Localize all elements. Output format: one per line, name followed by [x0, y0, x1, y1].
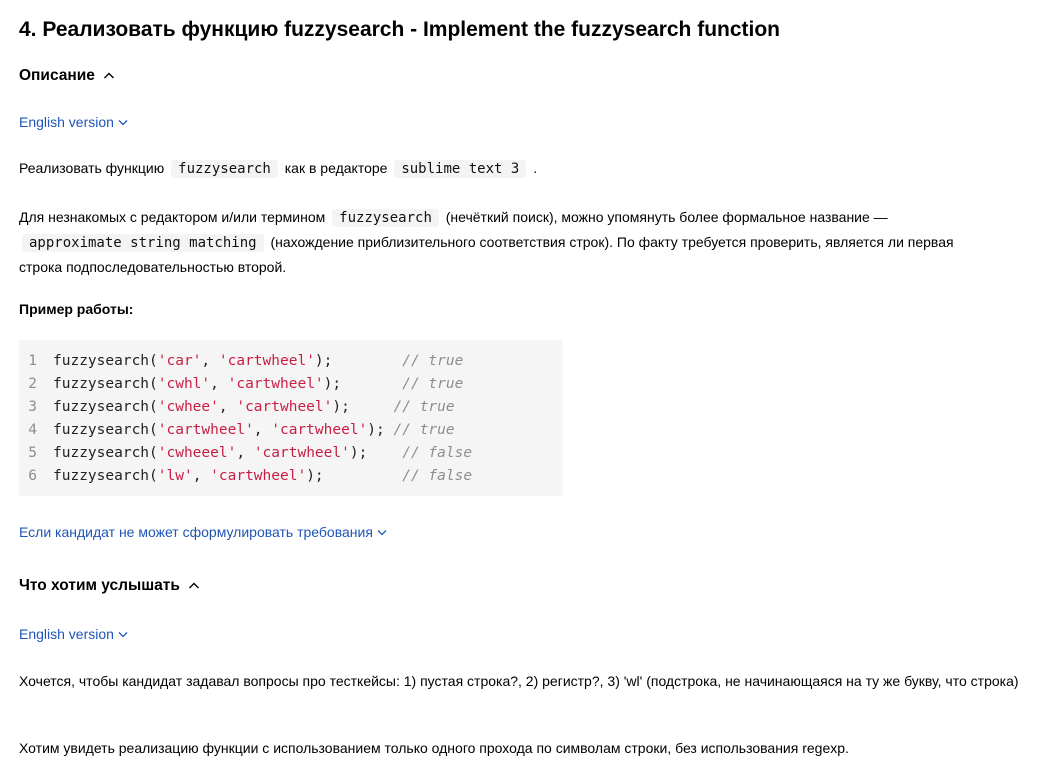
comment: // true: [402, 353, 464, 369]
close-paren: );: [367, 422, 385, 438]
expectations-section-label: Что хотим услышать: [19, 577, 180, 594]
separator: ,: [218, 399, 237, 415]
string-arg: 'cartwheel': [157, 422, 254, 438]
separator: ,: [192, 468, 211, 484]
inline-code-sublime: sublime text 3: [394, 160, 527, 178]
string-arg: 'cwhee': [157, 399, 219, 415]
line-number: 4: [28, 422, 37, 438]
definition-text-1: Для незнакомых с редактором и/или термин…: [19, 209, 326, 225]
string-arg: 'cartwheel': [227, 376, 324, 392]
line-number: 1: [28, 353, 37, 369]
chevron-down-icon: [376, 526, 388, 538]
padding: [341, 376, 402, 392]
candidate-requirements-label: Если кандидат не может сформулировать тр…: [19, 524, 373, 540]
page-title: 4. Реализовать функцию fuzzysearch - Imp…: [19, 18, 781, 41]
line-number: 3: [28, 399, 37, 415]
chevron-down-icon: [117, 628, 129, 640]
example-heading: Пример работы:: [19, 301, 134, 317]
description-section-toggle[interactable]: Описание: [19, 66, 115, 86]
chevron-up-icon: [103, 70, 115, 82]
expectations-section-toggle[interactable]: Что хотим услышать: [19, 576, 200, 596]
code-text: fuzzysearch('cwhee', 'cartwheel'); // tr…: [53, 396, 455, 419]
code-block: 1 fuzzysearch('car', 'cartwheel'); // tru…: [19, 340, 563, 496]
intro-text-2: как в редакторе: [284, 160, 388, 176]
string-arg: 'cwheeel': [157, 445, 237, 461]
intro-text-3: .: [533, 160, 538, 176]
code-text: fuzzysearch('cartwheel', 'cartwheel'); /…: [53, 419, 455, 442]
string-arg: 'lw': [157, 468, 193, 484]
separator: ,: [253, 422, 272, 438]
code-text: fuzzysearch('car', 'cartwheel'); // true: [53, 350, 463, 373]
padding: [350, 399, 394, 415]
string-arg: 'cwhl': [157, 376, 211, 392]
close-paren: );: [349, 445, 368, 461]
separator: ,: [210, 376, 228, 392]
close-paren: );: [332, 399, 350, 415]
padding: [385, 422, 394, 438]
chevron-down-icon: [117, 116, 129, 128]
padding: [332, 353, 402, 369]
code-text: fuzzysearch('cwhl', 'cartwheel'); // tru…: [53, 373, 463, 396]
close-paren: );: [306, 468, 324, 484]
close-paren: );: [314, 353, 333, 369]
padding: [324, 468, 403, 484]
function-call: fuzzysearch(: [53, 399, 158, 415]
line-number: 2: [28, 376, 37, 392]
implementation-paragraph: Хотим увидеть реализацию функции с испол…: [19, 740, 849, 756]
definition-paragraph: Для незнакомых с редактором и/или термин…: [19, 205, 979, 279]
comment: // true: [393, 399, 455, 415]
separator: ,: [201, 353, 219, 369]
intro-paragraph: Реализовать функцию fuzzysearch как в ре…: [19, 158, 537, 180]
function-call: fuzzysearch(: [53, 376, 158, 392]
string-arg: 'cartwheel': [218, 353, 315, 369]
close-paren: );: [323, 376, 342, 392]
comment: // true: [393, 422, 455, 438]
english-version-label-2: English version: [19, 626, 114, 642]
function-call: fuzzysearch(: [53, 445, 158, 461]
padding: [367, 445, 402, 461]
string-arg: 'cartwheel': [236, 399, 333, 415]
intro-text-1: Реализовать функцию: [19, 160, 165, 176]
function-call: fuzzysearch(: [53, 468, 158, 484]
string-arg: 'car': [157, 353, 202, 369]
inline-code-fuzzysearch-2: fuzzysearch: [332, 209, 439, 227]
separator: ,: [236, 445, 254, 461]
line-number: 6: [28, 468, 37, 484]
english-version-link[interactable]: English version: [19, 113, 129, 131]
candidate-requirements-link[interactable]: Если кандидат не может сформулировать тр…: [19, 523, 388, 541]
line-number: 5: [28, 445, 37, 461]
inline-code-fuzzysearch: fuzzysearch: [171, 160, 278, 178]
english-version-label: English version: [19, 114, 114, 130]
function-call: fuzzysearch(: [53, 422, 158, 438]
inline-code-approximate: approximate string matching: [22, 234, 264, 252]
comment: // true: [402, 376, 464, 392]
function-call: fuzzysearch(: [53, 353, 158, 369]
code-text: fuzzysearch('lw', 'cartwheel'); // false: [53, 465, 472, 488]
definition-text-2: (нечёткий поиск), можно упомянуть более …: [445, 209, 888, 225]
description-section-label: Описание: [19, 67, 95, 84]
testcases-paragraph: Хочется, чтобы кандидат задавал вопросы …: [19, 673, 1019, 689]
string-arg: 'cartwheel': [253, 445, 350, 461]
english-version-link-2[interactable]: English version: [19, 625, 129, 643]
comment: // false: [402, 445, 473, 461]
chevron-up-icon: [188, 580, 200, 592]
string-arg: 'cartwheel': [210, 468, 307, 484]
string-arg: 'cartwheel': [271, 422, 368, 438]
code-text: fuzzysearch('cwheeel', 'cartwheel'); // …: [53, 442, 472, 465]
comment: // false: [402, 468, 473, 484]
